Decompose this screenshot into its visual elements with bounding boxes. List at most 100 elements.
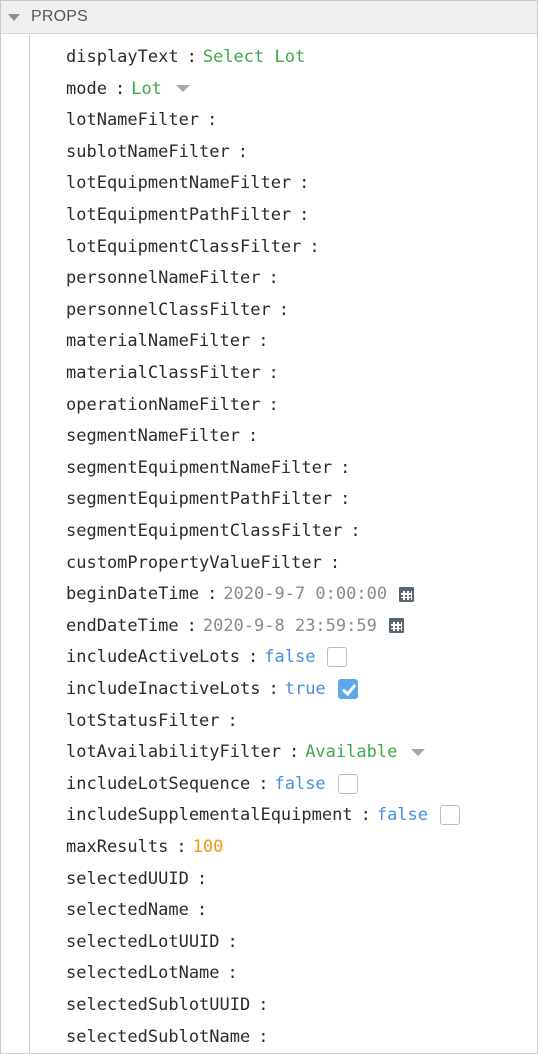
prop-key[interactable]: includeSupplementalEquipment xyxy=(66,800,353,830)
prop-row-segment-equipment-class-filter: segmentEquipmentClassFilter: xyxy=(66,516,407,546)
prop-key[interactable]: lotAvailabilityFilter xyxy=(66,737,281,767)
props-panel: PROPS displayText: Select Lot mode: Lot lotN… xyxy=(0,0,538,1054)
chevron-down-icon[interactable] xyxy=(411,748,426,756)
prop-value[interactable]: Lot xyxy=(131,74,162,104)
prop-row-include-supplemental-equipment: includeSupplementalEquipment: false xyxy=(66,800,461,830)
prop-value[interactable]: Select Lot xyxy=(203,42,305,72)
prop-separator: : xyxy=(329,552,341,573)
prop-key[interactable]: sublotNameFilter xyxy=(66,137,230,167)
prop-value[interactable]: 100 xyxy=(193,832,224,862)
calendar-icon[interactable] xyxy=(388,618,404,634)
prop-row-sublot-name-filter: sublotNameFilter: xyxy=(66,137,294,167)
prop-key[interactable]: customPropertyValueFilter xyxy=(66,548,322,578)
prop-separator: : xyxy=(268,679,279,699)
triangle-down-icon[interactable] xyxy=(8,13,20,21)
prop-value[interactable]: Available xyxy=(305,737,397,767)
prop-key[interactable]: includeActiveLots xyxy=(66,642,240,672)
prop-value-empty[interactable] xyxy=(315,173,355,193)
prop-value-empty[interactable] xyxy=(244,932,284,952)
prop-key[interactable]: materialClassFilter xyxy=(66,358,260,388)
prop-key[interactable]: selectedLotUUID xyxy=(66,927,220,957)
prop-key[interactable]: segmentEquipmentNameFilter xyxy=(66,453,332,483)
prop-row-selected-lot-name: selectedLotName: xyxy=(66,958,284,988)
prop-value-empty[interactable] xyxy=(346,553,386,573)
prop-separator: : xyxy=(248,647,259,668)
prop-key[interactable]: personnelClassFilter xyxy=(66,295,271,325)
prop-key[interactable]: lotEquipmentNameFilter xyxy=(66,168,291,198)
chevron-down-icon[interactable] xyxy=(175,85,190,93)
prop-value-empty[interactable] xyxy=(285,395,325,415)
prop-separator: : xyxy=(186,615,197,636)
prop-separator: : xyxy=(207,110,218,131)
prop-key[interactable]: operationNameFilter xyxy=(66,390,260,420)
prop-value-empty[interactable] xyxy=(356,458,396,478)
prop-key[interactable]: segmentEquipmentPathFilter xyxy=(66,484,332,514)
prop-key[interactable]: selectedName xyxy=(66,895,189,925)
prop-key[interactable]: mode xyxy=(66,74,107,104)
prop-value[interactable]: true xyxy=(285,674,326,704)
prop-value-empty[interactable] xyxy=(244,711,284,731)
calendar-icon[interactable] xyxy=(399,586,415,602)
prop-row-personnel-name-filter: personnelNameFilter: xyxy=(66,263,325,293)
prop-value[interactable]: 2020-9-8 23:59:59 xyxy=(203,611,377,641)
prop-key[interactable]: selectedUUID xyxy=(66,864,189,894)
prop-key[interactable]: lotStatusFilter xyxy=(66,706,220,736)
prop-key[interactable]: materialNameFilter xyxy=(66,326,250,356)
prop-value-empty[interactable] xyxy=(356,489,396,509)
prop-value-empty[interactable] xyxy=(295,300,335,320)
prop-key[interactable]: lotNameFilter xyxy=(66,105,199,135)
prop-row-include-inactive-lots: includeInactiveLots: true xyxy=(66,674,358,704)
prop-value-empty[interactable] xyxy=(315,205,355,225)
prop-value[interactable]: false xyxy=(264,642,315,672)
prop-row-mode: mode: Lot xyxy=(66,74,190,104)
checkbox-icon[interactable] xyxy=(440,805,461,826)
prop-key[interactable]: segmentEquipmentClassFilter xyxy=(66,516,342,546)
checkbox-icon[interactable] xyxy=(327,647,348,668)
prop-key[interactable]: endDateTime xyxy=(66,611,179,641)
prop-separator: : xyxy=(114,78,126,99)
prop-value-empty[interactable] xyxy=(254,142,294,162)
checkbox-icon[interactable] xyxy=(337,773,358,794)
prop-key[interactable]: displayText xyxy=(66,42,179,72)
prop-value-empty[interactable] xyxy=(274,995,314,1015)
prop-key[interactable]: personnelNameFilter xyxy=(66,263,260,293)
prop-key[interactable]: lotEquipmentPathFilter xyxy=(66,200,291,230)
prop-row-display-text: displayText: Select Lot xyxy=(66,42,305,72)
prop-value-empty[interactable] xyxy=(285,268,325,288)
prop-key[interactable]: selectedSublotName xyxy=(66,1022,250,1052)
prop-value-empty[interactable] xyxy=(326,237,366,257)
prop-value-empty[interactable] xyxy=(264,426,304,446)
prop-row-begin-date-time: beginDateTime:2020-9-7 0:00:00 xyxy=(66,579,415,609)
prop-value-empty[interactable] xyxy=(213,900,253,920)
prop-value[interactable]: false xyxy=(274,769,325,799)
prop-key[interactable]: selectedSublotUUID xyxy=(66,990,250,1020)
prop-value[interactable]: 2020-9-7 0:00:00 xyxy=(223,579,387,609)
checkbox-checked-icon[interactable] xyxy=(337,679,358,699)
prop-value-empty[interactable] xyxy=(285,363,325,383)
prop-key[interactable]: segmentNameFilter xyxy=(66,421,240,451)
prop-key[interactable]: selectedLotName xyxy=(66,958,220,988)
prop-value-empty[interactable] xyxy=(223,110,263,130)
prop-key[interactable]: includeInactiveLots xyxy=(66,674,260,704)
prop-row-selected-uuid: selectedUUID: xyxy=(66,864,253,894)
prop-value-empty[interactable] xyxy=(367,521,407,541)
prop-separator: : xyxy=(299,173,310,194)
prop-value-empty[interactable] xyxy=(213,869,253,889)
prop-row-lot-status-filter: lotStatusFilter: xyxy=(66,706,284,736)
prop-value-empty[interactable] xyxy=(244,963,284,983)
prop-row-lot-availability-filter: lotAvailabilityFilter: Available xyxy=(66,737,426,767)
prop-key[interactable]: maxResults xyxy=(66,832,168,862)
tree-guide-line xyxy=(29,35,30,1053)
prop-key[interactable]: lotEquipmentClassFilter xyxy=(66,232,301,262)
prop-separator: : xyxy=(288,742,300,763)
prop-row-selected-sublot-name: selectedSublotName: xyxy=(66,1022,314,1052)
props-section-header[interactable]: PROPS xyxy=(1,1,537,34)
prop-value-empty[interactable] xyxy=(274,331,314,351)
prop-key[interactable]: includeLotSequence xyxy=(66,769,250,799)
prop-value-empty[interactable] xyxy=(274,1027,314,1047)
prop-row-end-date-time: endDateTime:2020-9-8 23:59:59 xyxy=(66,611,404,641)
prop-separator: : xyxy=(227,931,238,952)
prop-row-include-lot-sequence: includeLotSequence: false xyxy=(66,769,358,799)
prop-value[interactable]: false xyxy=(377,800,428,830)
prop-key[interactable]: beginDateTime xyxy=(66,579,199,609)
